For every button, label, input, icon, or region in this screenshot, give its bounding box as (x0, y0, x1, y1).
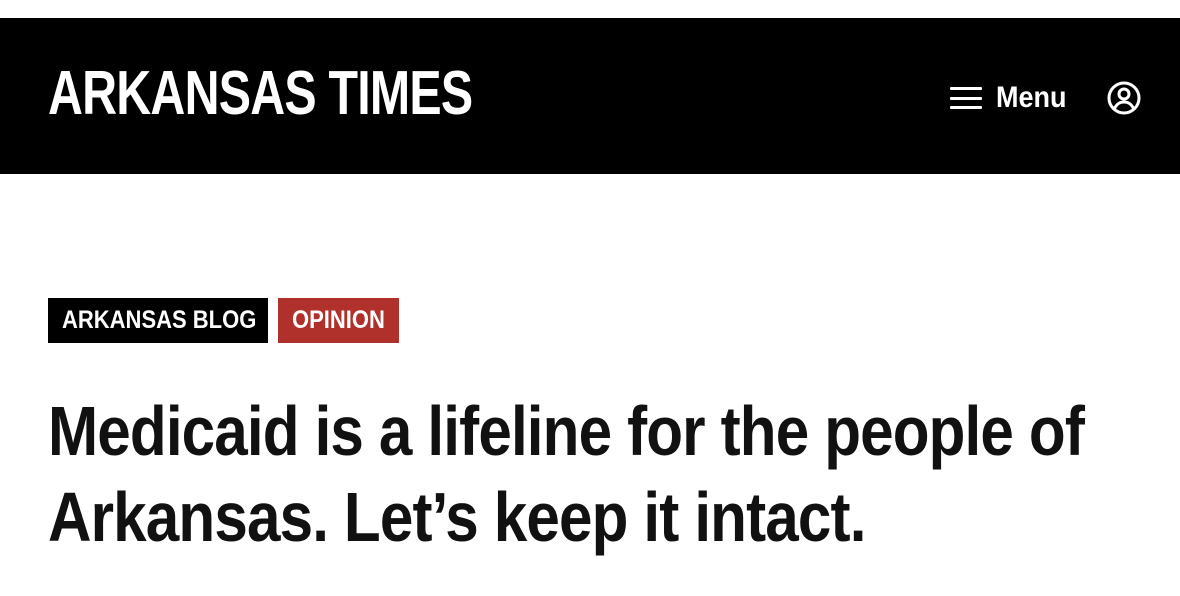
hamburger-icon (950, 87, 982, 109)
category-tag-label: ARKANSAS BLOG (62, 306, 257, 334)
headline-line: Medicaid is a lifeline for the people of (48, 392, 1085, 470)
category-tag-opinion[interactable]: OPINION (278, 298, 399, 343)
category-tags: ARKANSAS BLOG OPINION (48, 298, 399, 343)
category-tag-arkansas-blog[interactable]: ARKANSAS BLOG (48, 298, 268, 343)
headline-line: Arkansas. Let’s keep it intact. (48, 478, 866, 556)
article-headline: Medicaid is a lifeline for the people of… (48, 388, 1168, 560)
user-circle-icon (1107, 81, 1141, 115)
account-button[interactable] (1106, 80, 1142, 116)
menu-button[interactable]: Menu (950, 78, 1074, 118)
category-tag-label: OPINION (292, 306, 385, 334)
menu-label: Menu (996, 81, 1067, 114)
site-header: ARKANSAS TIMES Menu (0, 18, 1180, 174)
site-logo[interactable]: ARKANSAS TIMES (48, 56, 473, 132)
